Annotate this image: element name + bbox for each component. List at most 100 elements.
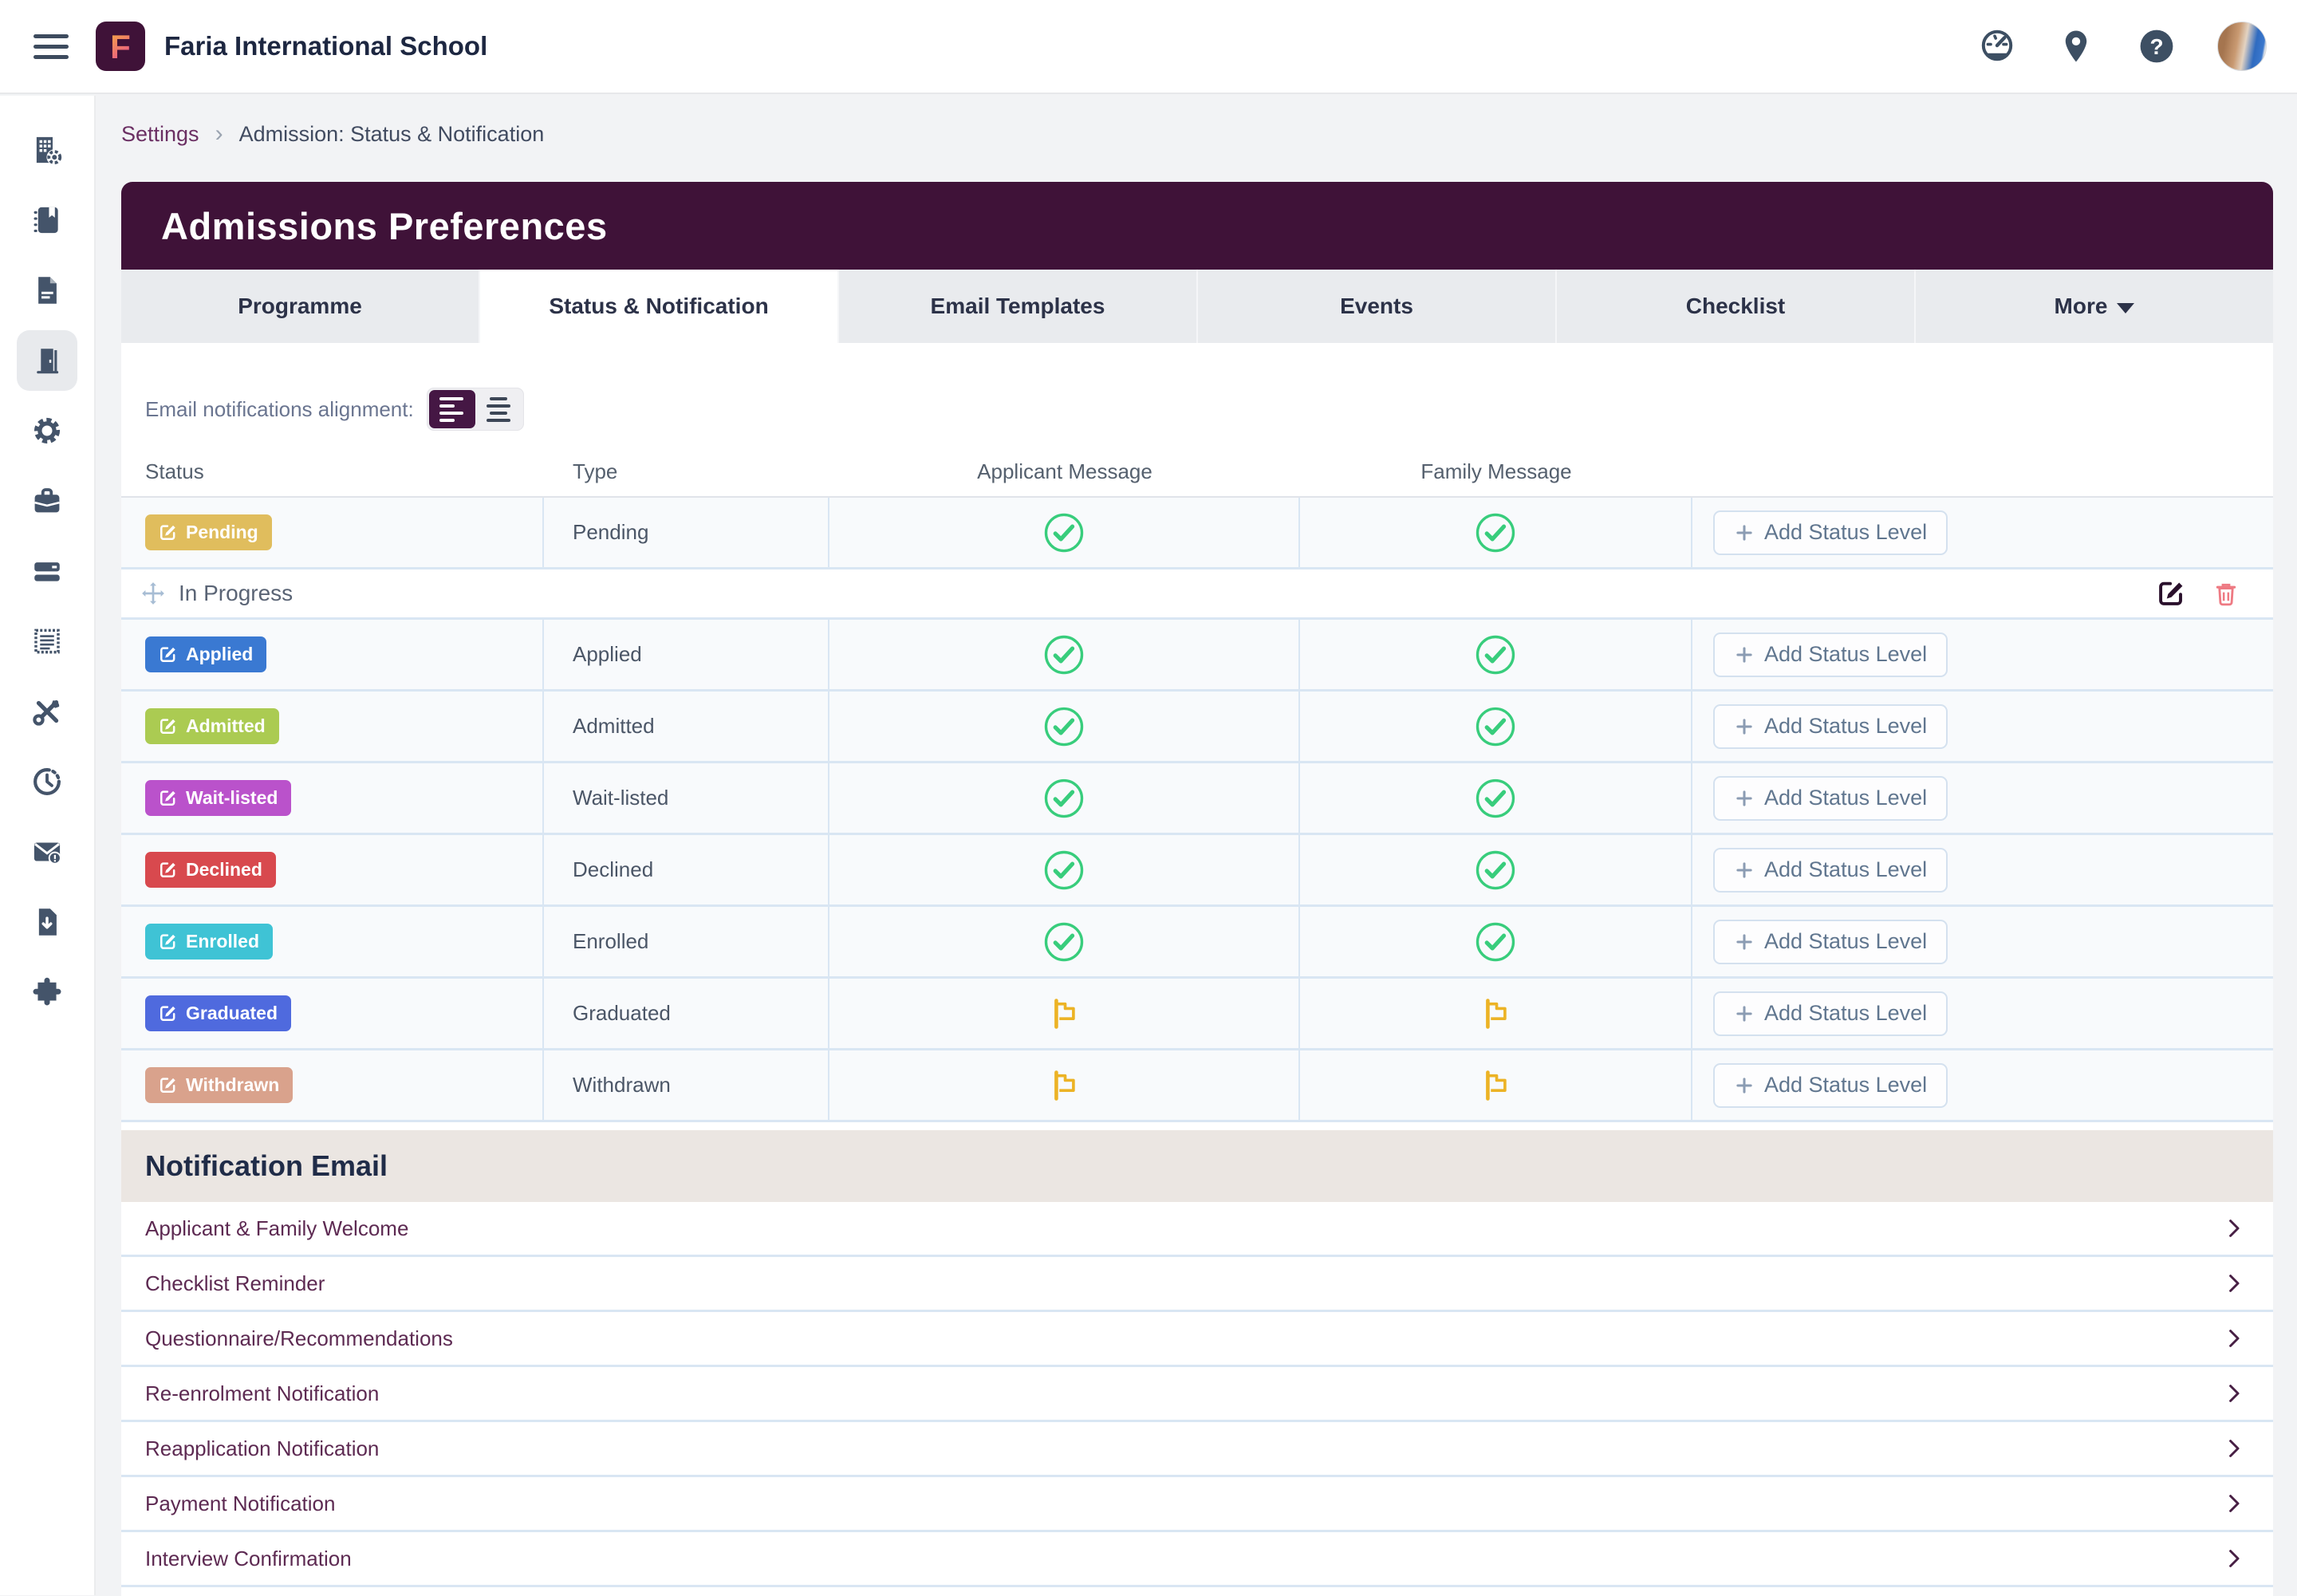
add-status-level-button[interactable]: Add Status Level — [1713, 775, 1948, 821]
add-status-level-button[interactable]: Add Status Level — [1713, 919, 1948, 964]
sidebar-item-admissions-door[interactable] — [17, 330, 77, 391]
list-item-payment-notification[interactable]: Payment Notification — [121, 1477, 2273, 1532]
check-circle-icon — [1474, 777, 1517, 820]
caret-down-icon — [2117, 302, 2135, 313]
edit-icon — [159, 523, 177, 542]
status-badge[interactable]: Graduated — [145, 995, 292, 1031]
tab-status-notification[interactable]: Status & Notification — [480, 270, 839, 343]
plus-icon — [1734, 788, 1755, 809]
flag-icon — [1046, 1067, 1082, 1104]
sidebar-item-gear[interactable] — [17, 400, 77, 461]
tab-more[interactable]: More — [1916, 270, 2273, 343]
section-title: Notification Email — [145, 1149, 388, 1182]
alignment-toggle-group — [426, 388, 524, 431]
help-icon[interactable] — [2137, 27, 2176, 65]
status-badge[interactable]: Admitted — [145, 708, 279, 744]
sidebar-item-documents[interactable] — [17, 260, 77, 321]
status-type: Admitted — [544, 692, 829, 761]
align-left-icon[interactable] — [428, 390, 475, 428]
top-bar: F Faria International School — [0, 0, 2297, 94]
add-status-level-button[interactable]: Add Status Level — [1713, 1062, 1948, 1108]
email-alignment-row: Email notifications alignment: — [121, 343, 2273, 447]
check-circle-icon — [1042, 705, 1085, 748]
edit-icon — [159, 1004, 177, 1023]
status-badge[interactable]: Withdrawn — [145, 1067, 294, 1103]
tab-email-templates[interactable]: Email Templates — [839, 270, 1198, 343]
tab-events[interactable]: Events — [1198, 270, 1557, 343]
check-circle-icon — [1474, 849, 1517, 892]
chevron-right-icon — [2222, 1381, 2246, 1405]
card-header: Admissions Preferences — [121, 182, 2273, 270]
dashboard-gauge-icon[interactable] — [1978, 27, 2016, 65]
check-circle-icon — [1474, 511, 1517, 554]
status-type: Wait-listed — [544, 763, 829, 833]
flag-icon — [1046, 995, 1082, 1032]
check-circle-icon — [1042, 511, 1085, 554]
chevron-right-icon — [2222, 1492, 2246, 1515]
sidebar-item-billing-card[interactable] — [17, 541, 77, 601]
sidebar-item-notebook[interactable] — [17, 190, 77, 250]
status-type: Declined — [544, 835, 829, 904]
status-row-pending: Pending Pending Add Status Level — [121, 498, 2273, 569]
edit-group-button[interactable] — [2157, 579, 2185, 608]
breadcrumb: Settings › Admission: Status & Notificat… — [121, 116, 544, 152]
column-header-family-message: Family Message — [1420, 459, 1572, 483]
sidebar-item-integrations-puzzle[interactable] — [17, 962, 77, 1023]
status-badge[interactable]: Pending — [145, 514, 272, 550]
status-row-admitted: Admitted Admitted Add Status Level — [121, 692, 2273, 763]
sidebar-item-briefcase[interactable] — [17, 471, 77, 531]
chevron-right-icon — [2222, 1271, 2246, 1295]
delete-group-button[interactable] — [2212, 580, 2240, 607]
list-item-reapplication-notification[interactable]: Reapplication Notification — [121, 1422, 2273, 1477]
menu-hamburger-icon[interactable] — [33, 29, 75, 64]
edit-icon — [159, 717, 177, 735]
edit-icon — [159, 861, 177, 879]
drag-move-icon[interactable] — [140, 581, 166, 606]
tab-checklist[interactable]: Checklist — [1557, 270, 1916, 343]
breadcrumb-settings-link[interactable]: Settings — [121, 122, 199, 147]
status-type: Pending — [544, 498, 829, 567]
status-badge[interactable]: Declined — [145, 852, 276, 888]
sidebar-item-tools[interactable] — [17, 681, 77, 742]
status-row-enrolled: Enrolled Enrolled Add Status Level — [121, 907, 2273, 979]
plus-icon — [1734, 1075, 1755, 1096]
breadcrumb-current: Admission: Status & Notification — [238, 121, 545, 146]
status-badge[interactable]: Applied — [145, 636, 267, 672]
column-header-applicant-message: Applicant Message — [977, 459, 1152, 483]
align-center-icon[interactable] — [475, 390, 522, 428]
section-gap — [121, 1122, 2273, 1130]
edit-icon — [159, 789, 177, 807]
column-header-type: Type — [573, 459, 618, 483]
status-type: Enrolled — [544, 907, 829, 976]
tab-programme[interactable]: Programme — [121, 270, 480, 343]
edit-icon — [159, 1076, 177, 1094]
sidebar-item-school-building[interactable] — [17, 120, 77, 180]
plus-icon — [1734, 716, 1755, 737]
status-type: Withdrawn — [544, 1050, 829, 1120]
list-item-applicant-family-welcome[interactable]: Applicant & Family Welcome — [121, 1202, 2273, 1257]
group-label: In Progress — [179, 581, 294, 605]
sidebar-item-export-file[interactable] — [17, 892, 77, 952]
plus-icon — [1734, 522, 1755, 543]
list-item-questionnaire-recommendations[interactable]: Questionnaire/Recommendations — [121, 1312, 2273, 1367]
add-status-level-button[interactable]: Add Status Level — [1713, 703, 1948, 749]
sidebar-item-newsletter[interactable] — [17, 611, 77, 672]
status-badge[interactable]: Wait-listed — [145, 780, 292, 816]
list-item-interview-confirmation[interactable]: Interview Confirmation — [121, 1532, 2273, 1587]
list-item-re-enrolment-notification[interactable]: Re-enrolment Notification — [121, 1367, 2273, 1422]
plus-icon — [1734, 1003, 1755, 1024]
sidebar-item-mail-alert[interactable] — [17, 822, 77, 882]
sidebar-item-history-clock[interactable] — [17, 751, 77, 812]
locations-pin-icon[interactable] — [2058, 27, 2096, 65]
add-status-level-button[interactable]: Add Status Level — [1713, 632, 1948, 677]
breadcrumb-separator: › — [215, 120, 223, 147]
list-item-checklist-reminder[interactable]: Checklist Reminder — [121, 1257, 2273, 1312]
flag-icon — [1477, 995, 1514, 1032]
add-status-level-button[interactable]: Add Status Level — [1713, 510, 1948, 555]
column-header-status: Status — [145, 459, 204, 483]
status-table-header: Status Type Applicant Message Family Mes… — [121, 447, 2273, 498]
avatar[interactable] — [2217, 22, 2267, 71]
add-status-level-button[interactable]: Add Status Level — [1713, 847, 1948, 893]
add-status-level-button[interactable]: Add Status Level — [1713, 991, 1948, 1036]
status-badge[interactable]: Enrolled — [145, 924, 274, 960]
